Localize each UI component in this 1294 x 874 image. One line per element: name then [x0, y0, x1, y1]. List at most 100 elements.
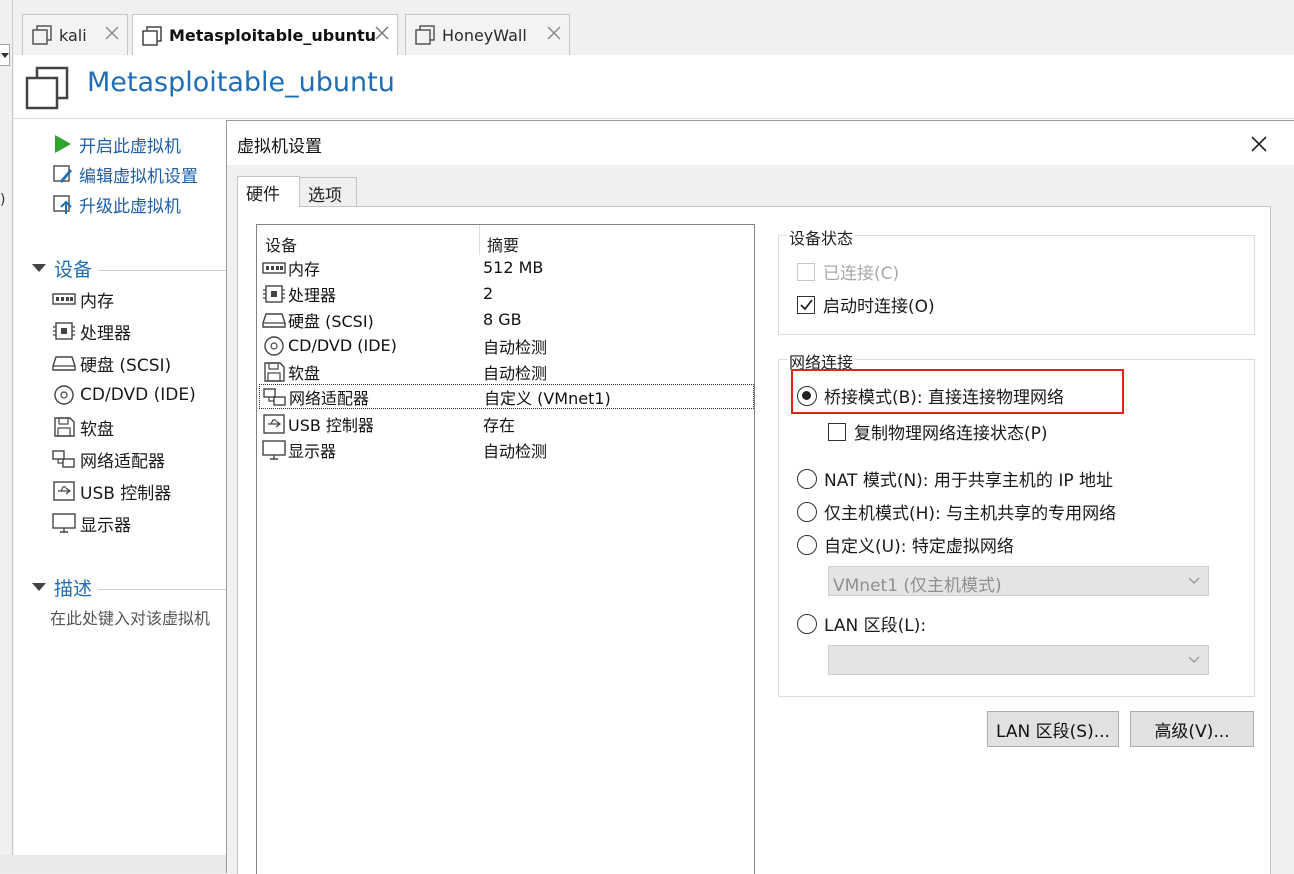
table-row[interactable]: USB 控制器 存在 [259, 411, 754, 436]
device-label: 显示器 [80, 515, 131, 536]
advanced-button[interactable]: 高级(V)... [1130, 711, 1254, 747]
table-row[interactable]: 内存 512 MB [259, 255, 754, 280]
custom-network-select[interactable]: VMnet1 (仅主机模式) [828, 566, 1209, 596]
vm-icon [32, 25, 52, 45]
tab-label: Metasploitable_ubuntu [169, 26, 377, 45]
network-adapter-icon [263, 387, 286, 406]
row-summary: 存在 [483, 415, 516, 435]
nat-radio[interactable]: NAT 模式(N): 用于共享主机的 IP 地址 [797, 466, 1113, 491]
hard-disk-icon [262, 312, 286, 328]
highlight-annotation [791, 369, 1124, 414]
table-row-selected[interactable]: 网络适配器 自定义 (VMnet1) [259, 384, 754, 409]
table-row[interactable]: 软盘 自动检测 [259, 359, 754, 384]
connect-at-power-on-checkbox[interactable]: 启动时连接(O) [797, 292, 935, 317]
table-row[interactable]: 显示器 自动检测 [259, 437, 754, 462]
checkbox-label: 已连接(C) [823, 264, 900, 284]
chevron-down-icon [1, 53, 9, 58]
radio-label: LAN 区段(L): [824, 616, 927, 636]
device-item-network-adapter[interactable]: 网络适配器 [51, 446, 165, 472]
memory-icon [262, 261, 286, 274]
custom-radio[interactable]: 自定义(U): 特定虚拟网络 [797, 532, 1014, 557]
replicate-state-checkbox[interactable]: 复制物理网络连接状态(P) [828, 419, 1048, 444]
vm-large-icon [25, 66, 69, 110]
tab-hardware[interactable]: 硬件 [237, 176, 300, 207]
divider [98, 588, 232, 590]
lan-segments-button[interactable]: LAN 区段(S)... [987, 711, 1119, 747]
close-icon[interactable] [105, 26, 119, 40]
hard-disk-icon [52, 356, 76, 371]
floppy-icon [264, 361, 285, 382]
radio-dot [797, 501, 817, 522]
table-row[interactable]: 硬盘 (SCSI) 8 GB [259, 307, 754, 332]
select-value: VMnet1 (仅主机模式) [833, 576, 1002, 596]
tab-kali[interactable]: kali [22, 14, 128, 55]
checkmark-icon [800, 298, 813, 310]
tab-options[interactable]: 选项 [299, 177, 357, 207]
network-adapter-icon [52, 450, 75, 468]
divider [98, 269, 232, 271]
column-header-summary[interactable]: 摘要 [487, 232, 519, 256]
floppy-icon [54, 417, 75, 437]
chevron-down-icon [1188, 577, 1200, 584]
upgrade-icon [53, 195, 72, 214]
device-table: 设备 摘要 内存 512 MB 处理器 2 硬盘 (SCSI) 8 GB CD/… [256, 224, 755, 874]
close-icon[interactable] [375, 26, 389, 40]
device-label: 内存 [80, 291, 114, 312]
device-status-group: 设备状态 [778, 225, 1255, 335]
left-edge-panel: ) [0, 0, 14, 873]
device-item-cd-dvd[interactable]: CD/DVD (IDE) [51, 382, 196, 408]
tab-metasploitable-ubuntu[interactable]: Metasploitable_ubuntu [132, 14, 398, 56]
lan-segment-select[interactable] [828, 645, 1209, 675]
device-item-memory[interactable]: 内存 [51, 286, 114, 312]
edit-settings-icon [53, 165, 72, 183]
checkbox-label: 复制物理网络连接状态(P) [854, 424, 1048, 444]
radio-label: NAT 模式(N): 用于共享主机的 IP 地址 [824, 471, 1113, 491]
tab-label: HoneyWall [442, 25, 527, 45]
power-on-link[interactable]: 开启此虚拟机 [52, 131, 181, 157]
close-icon[interactable] [547, 26, 561, 40]
divider [12, 0, 13, 855]
device-label: 软盘 [80, 419, 114, 440]
row-device: 显示器 [288, 441, 337, 461]
table-row[interactable]: 处理器 2 [259, 281, 754, 306]
description-input[interactable]: 在此处键入对该虚拟机 [50, 605, 228, 629]
group-title: 设备状态 [787, 225, 856, 249]
column-header-device[interactable]: 设备 [265, 232, 297, 256]
devices-section-header[interactable]: 设备 [32, 255, 232, 281]
left-text-fragment: ) [0, 192, 6, 208]
device-item-floppy[interactable]: 软盘 [51, 414, 114, 440]
collapse-triangle-icon [32, 583, 46, 591]
tab-bar: kali Metasploitable_ubuntu HoneyWall [14, 0, 1294, 56]
device-label: 处理器 [80, 323, 131, 344]
table-row[interactable]: CD/DVD (IDE) 自动检测 [259, 333, 754, 358]
row-summary: 自动检测 [483, 363, 548, 383]
vm-icon [415, 25, 435, 45]
device-item-hard-disk[interactable]: 硬盘 (SCSI) [51, 350, 171, 376]
row-summary: 512 MB [483, 258, 544, 277]
row-summary: 2 [483, 284, 494, 303]
device-item-usb[interactable]: USB 控制器 [51, 478, 171, 504]
device-item-display[interactable]: 显示器 [51, 510, 131, 536]
edit-settings-link[interactable]: 编辑虚拟机设置 [52, 161, 198, 187]
upgrade-label: 升级此虚拟机 [79, 196, 181, 217]
description-section-header[interactable]: 描述 [32, 574, 232, 600]
cd-dvd-icon [54, 385, 74, 405]
row-summary: 自动检测 [483, 441, 548, 461]
connected-checkbox[interactable]: 已连接(C) [797, 259, 899, 284]
dialog-titlebar: 虚拟机设置 [227, 121, 1294, 165]
lan-segment-radio[interactable]: LAN 区段(L): [797, 611, 926, 636]
memory-icon [52, 293, 76, 305]
row-summary: 8 GB [483, 310, 522, 329]
device-item-cpu[interactable]: 处理器 [51, 318, 131, 344]
device-label: CD/DVD (IDE) [80, 385, 196, 405]
row-device: USB 控制器 [288, 415, 374, 435]
upgrade-link[interactable]: 升级此虚拟机 [52, 191, 181, 217]
divider [479, 225, 480, 255]
close-icon[interactable] [1247, 132, 1271, 156]
row-device: 网络适配器 [289, 388, 370, 408]
host-only-radio[interactable]: 仅主机模式(H): 与主机共享的专用网络 [797, 499, 1116, 524]
tab-honeywall[interactable]: HoneyWall [405, 14, 570, 55]
row-device: 处理器 [288, 285, 337, 305]
row-summary: 自动检测 [483, 337, 548, 357]
left-dropdown[interactable] [0, 44, 10, 66]
